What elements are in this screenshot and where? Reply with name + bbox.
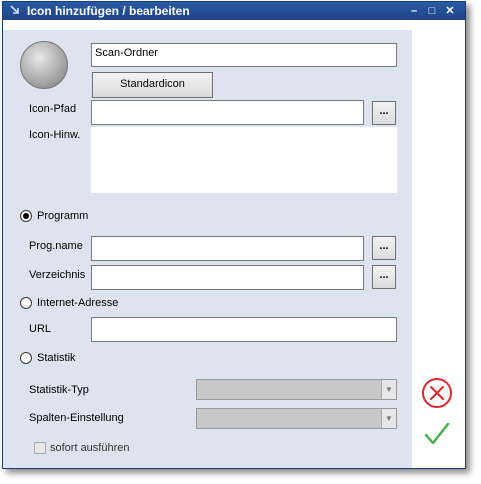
icon-path-input[interactable] <box>91 100 364 125</box>
run-now-label: sofort ausführen <box>50 442 130 454</box>
internet-radio-label: Internet-Adresse <box>37 297 119 309</box>
internet-radio[interactable] <box>20 297 32 309</box>
column-setting-label: Spalten-Einstellung <box>29 412 124 424</box>
window-title: Icon hinzufügen / bearbeiten <box>27 4 190 18</box>
maximize-button[interactable]: □ <box>425 4 439 18</box>
minimize-button[interactable]: – <box>407 4 421 18</box>
prog-name-label: Prog.name <box>29 240 83 252</box>
url-label: URL <box>29 323 52 335</box>
checkmark-icon[interactable] <box>423 420 451 448</box>
icon-hint-label: Icon-Hinw. <box>29 129 81 141</box>
title-bar: Icon hinzufügen / bearbeiten – □ ✕ <box>3 2 465 20</box>
icon-name-input[interactable]: Scan-Ordner <box>91 43 397 67</box>
program-radio-label: Programm <box>37 210 89 222</box>
url-input[interactable] <box>91 317 397 342</box>
directory-label: Verzeichnis <box>29 269 86 281</box>
directory-browse-button[interactable]: ... <box>372 265 396 289</box>
icon-preview[interactable] <box>20 41 68 89</box>
form-panel: Scan-Ordner Standardicon Icon-Pfad ... I… <box>3 30 412 468</box>
run-now-checkbox[interactable] <box>34 442 46 454</box>
prog-name-input[interactable] <box>91 236 364 261</box>
statistics-type-label: Statistik-Typ <box>29 384 89 396</box>
icon-path-label: Icon-Pfad <box>29 103 77 115</box>
close-button[interactable]: ✕ <box>443 4 457 18</box>
icon-path-browse-button[interactable]: ... <box>372 101 396 125</box>
standard-icon-button[interactable]: Standardicon <box>92 72 213 98</box>
chevron-down-icon: ▼ <box>381 380 396 399</box>
chevron-down-icon: ▼ <box>381 409 396 428</box>
dialog-window: Icon hinzufügen / bearbeiten – □ ✕ Scan-… <box>2 1 466 469</box>
directory-input[interactable] <box>91 265 364 290</box>
prog-name-browse-button[interactable]: ... <box>372 236 396 260</box>
statistics-radio[interactable] <box>20 352 32 364</box>
icon-hint-textarea[interactable] <box>91 127 397 193</box>
column-setting-select[interactable]: ▼ <box>196 408 397 429</box>
cancel-icon[interactable] <box>421 377 453 409</box>
statistics-radio-label: Statistik <box>37 352 76 364</box>
program-radio[interactable] <box>20 210 32 222</box>
statistics-type-select[interactable]: ▼ <box>196 379 397 400</box>
app-icon <box>10 5 19 14</box>
